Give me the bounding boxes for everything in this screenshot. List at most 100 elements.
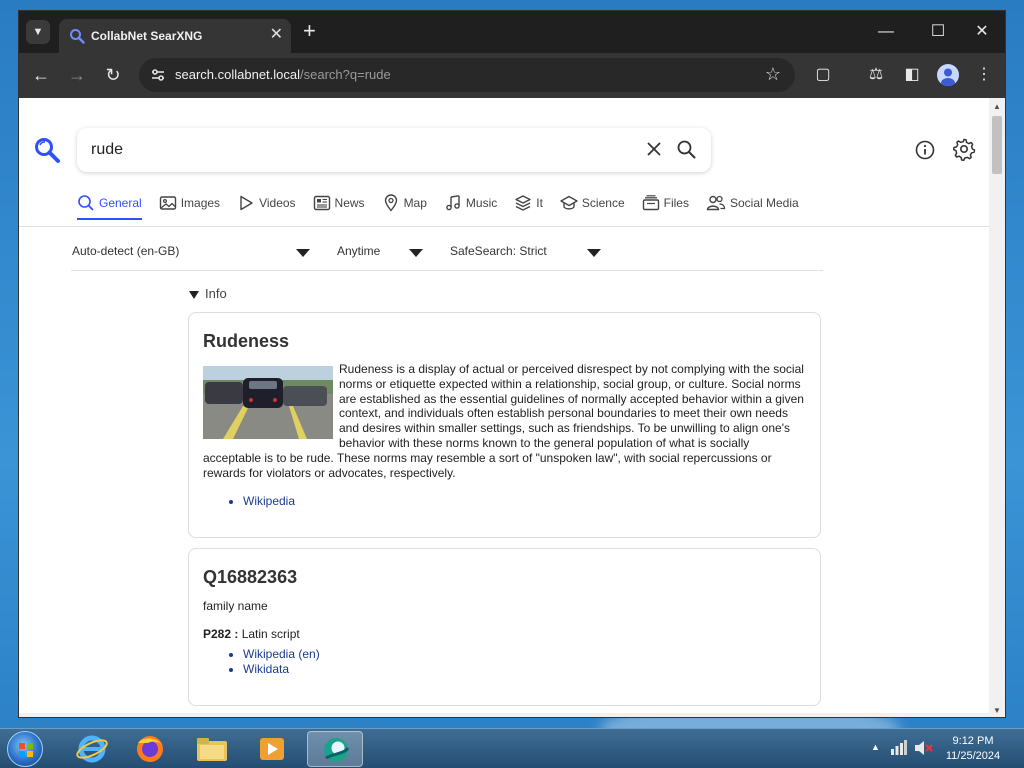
vertical-scrollbar[interactable]: ▲ ▼ [989, 98, 1005, 717]
play-icon [240, 195, 253, 211]
tab-title: CollabNet SearXNG [91, 29, 203, 43]
wikidata-link[interactable]: Wikidata [243, 662, 289, 676]
file-explorer-folder-icon[interactable] [184, 731, 240, 767]
volume-muted-icon[interactable] [914, 740, 934, 756]
tab-map[interactable]: Map [382, 190, 427, 216]
filters-divider [71, 270, 823, 271]
infobox-toggle-label: Info [205, 286, 227, 301]
tab-images[interactable]: Images [159, 190, 220, 216]
preferences-gear-icon[interactable] [951, 136, 977, 162]
taskbar-clock[interactable]: 9:12 PM 11/25/2024 [940, 734, 1006, 764]
reload-icon[interactable]: ↻ [101, 63, 125, 87]
start-orb-icon[interactable] [7, 731, 43, 767]
infobox-subtitle: family name [203, 599, 268, 613]
wikipedia-en-link[interactable]: Wikipedia (en) [243, 647, 320, 661]
people-icon [706, 195, 726, 211]
tab-close-icon[interactable]: ✕ [270, 26, 283, 44]
search-query-text[interactable]: rude [91, 141, 123, 159]
time-range-chevron-down-icon[interactable] [409, 249, 423, 257]
search-input[interactable]: rude [77, 128, 711, 172]
tab-music-label: Music [465, 196, 498, 210]
property-value: Latin script [241, 627, 300, 641]
safesearch-select[interactable]: SafeSearch: Strict [450, 244, 547, 262]
tab-it-label: It [536, 196, 543, 210]
clear-x-icon[interactable] [643, 138, 665, 160]
address-bar[interactable]: search.collabnet.local/search?q=rude ☆ [139, 58, 795, 92]
infobox-description: Rudeness is a display of actual or perce… [203, 362, 809, 480]
scrollbar-thumb[interactable] [992, 116, 1002, 174]
category-divider [19, 226, 991, 227]
browser-window: ▼ CollabNet SearXNG ✕ + — ☐ ✕ ← → ↻ sear… [18, 10, 1006, 718]
clock-date: 11/25/2024 [945, 750, 1001, 762]
maximize-icon[interactable]: ☐ [915, 19, 961, 45]
browser-taskbar-icon[interactable] [307, 731, 363, 767]
triangle-down-icon [189, 290, 199, 299]
image-icon [159, 196, 176, 210]
tab-news-label: News [334, 196, 365, 210]
extensions-puzzle-icon[interactable]: ▢ [812, 64, 834, 86]
infobox-toggle[interactable]: Info [189, 286, 227, 301]
forward-arrow-icon[interactable]: → [65, 63, 89, 87]
scroll-down-arrow-icon[interactable]: ▼ [989, 706, 1005, 715]
time-range-select[interactable]: Anytime [337, 244, 380, 262]
searxng-logo-icon[interactable] [33, 136, 61, 164]
tray-overflow-arrow-icon[interactable]: ▲ [871, 742, 880, 752]
tab-map-label: Map [403, 196, 427, 210]
labs-flask-icon[interactable]: ⚖ [865, 64, 887, 86]
tab-news[interactable]: News [313, 190, 365, 216]
tab-social-media-label: Social Media [729, 196, 799, 210]
property-key: P282 : [203, 627, 239, 641]
minimize-icon[interactable]: — [863, 19, 909, 45]
tab-social-media[interactable]: Social Media [706, 190, 799, 216]
infobox-title: Rudeness [203, 331, 290, 351]
thumbnail-float-spacer [203, 362, 339, 438]
list-item: Wikidata [243, 662, 320, 677]
list-item: Wikipedia [243, 494, 295, 509]
list-item: Wikipedia (en) [243, 647, 320, 662]
map-pin-icon [384, 194, 397, 212]
new-tab-plus-icon[interactable]: + [303, 19, 316, 43]
browser-menu-kebab-icon[interactable]: ⋮ [973, 64, 995, 86]
infobox-rudeness: Rudeness Rudeness is a display of actual… [188, 312, 821, 538]
site-info-tune-icon[interactable] [149, 66, 167, 84]
windows-taskbar: ▲ 9:12 PM 11/25/2024 [0, 728, 1024, 768]
language-select[interactable]: Auto-detect (en-GB) [72, 244, 179, 262]
infobox-links: Wikipedia (en) Wikidata [243, 647, 320, 677]
back-arrow-icon[interactable]: ← [29, 63, 53, 87]
science-icon [560, 195, 578, 210]
infobox-q16882363: Q16882363 family name P282 : Latin scrip… [188, 548, 821, 706]
internet-explorer-icon[interactable] [64, 731, 120, 767]
tab-search-chevron-icon[interactable]: ▼ [26, 20, 50, 44]
tab-it[interactable]: It [514, 190, 543, 216]
bookmark-star-icon[interactable]: ☆ [765, 64, 781, 85]
scroll-up-arrow-icon[interactable]: ▲ [989, 102, 1005, 111]
firefox-icon[interactable] [122, 731, 178, 767]
tab-music[interactable]: Music [444, 190, 497, 216]
about-info-icon[interactable] [913, 138, 937, 162]
layers-icon [515, 195, 531, 211]
browser-tab[interactable]: CollabNet SearXNG ✕ [59, 19, 291, 53]
url-text[interactable]: search.collabnet.local/search?q=rude [175, 67, 391, 82]
search-icon [78, 195, 94, 211]
profile-avatar-icon[interactable] [937, 64, 959, 86]
tab-videos-label: Videos [259, 196, 296, 210]
network-icon[interactable] [890, 740, 908, 756]
tab-general-label: General [99, 196, 142, 210]
horizontal-scrollbar[interactable] [19, 713, 991, 717]
tab-general[interactable]: General [77, 190, 142, 220]
newspaper-icon [313, 195, 330, 211]
tab-science[interactable]: Science [560, 190, 625, 216]
infobox-property: P282 : Latin script [203, 627, 300, 641]
tab-videos[interactable]: Videos [237, 190, 296, 216]
language-chevron-down-icon[interactable] [296, 249, 310, 257]
safesearch-chevron-down-icon[interactable] [587, 249, 601, 257]
tab-files[interactable]: Files [642, 190, 689, 216]
wikipedia-link[interactable]: Wikipedia [243, 494, 295, 508]
clock-time: 9:12 PM [952, 735, 994, 747]
side-panel-icon[interactable]: ◧ [901, 64, 923, 86]
media-player-icon[interactable] [244, 731, 300, 767]
files-icon [642, 195, 659, 211]
close-window-icon[interactable]: ✕ [959, 19, 1005, 45]
search-submit-icon[interactable] [675, 138, 697, 160]
time-range-value: Anytime [337, 244, 381, 258]
